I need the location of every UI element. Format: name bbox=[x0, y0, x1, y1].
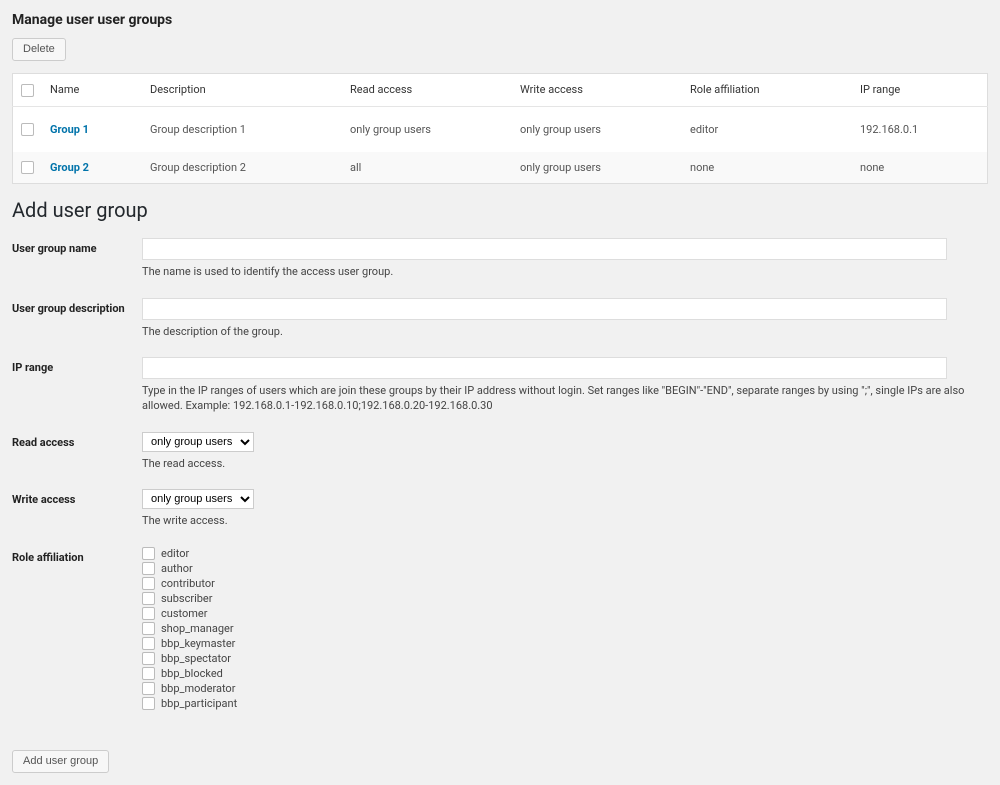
cell-description: Group description 1 bbox=[142, 106, 342, 152]
name-label: User group name bbox=[12, 238, 142, 255]
description-input[interactable] bbox=[142, 298, 947, 320]
description-label: User group description bbox=[12, 298, 142, 315]
write-access-desc: The write access. bbox=[142, 513, 972, 528]
delete-button[interactable]: Delete bbox=[12, 38, 66, 61]
cell-description: Group description 2 bbox=[142, 152, 342, 184]
ip-range-label: IP range bbox=[12, 357, 142, 374]
role-item[interactable]: bbp_moderator bbox=[142, 682, 988, 695]
add-user-group-button[interactable]: Add user group bbox=[12, 750, 109, 773]
role-checkbox[interactable] bbox=[142, 592, 155, 605]
description-desc: The description of the group. bbox=[142, 324, 972, 339]
role-checkbox[interactable] bbox=[142, 637, 155, 650]
page-title: Manage user user groups bbox=[12, 12, 988, 28]
role-item[interactable]: shop_manager bbox=[142, 622, 988, 635]
role-checkbox[interactable] bbox=[142, 667, 155, 680]
read-access-label: Read access bbox=[12, 432, 142, 449]
row-checkbox[interactable] bbox=[21, 161, 34, 174]
read-access-desc: The read access. bbox=[142, 456, 972, 471]
role-item[interactable]: subscriber bbox=[142, 592, 988, 605]
select-all-checkbox[interactable] bbox=[21, 84, 34, 97]
col-write-access: Write access bbox=[512, 74, 682, 107]
role-item[interactable]: contributor bbox=[142, 577, 988, 590]
role-list: editor author contributor subscriber cus… bbox=[142, 547, 988, 710]
role-item[interactable]: bbp_keymaster bbox=[142, 637, 988, 650]
name-input[interactable] bbox=[142, 238, 947, 260]
role-item[interactable]: bbp_participant bbox=[142, 697, 988, 710]
role-checkbox[interactable] bbox=[142, 622, 155, 635]
role-checkbox[interactable] bbox=[142, 547, 155, 560]
role-item[interactable]: customer bbox=[142, 607, 988, 620]
write-access-select[interactable]: only group users bbox=[142, 489, 254, 509]
col-description: Description bbox=[142, 74, 342, 107]
cell-write-access: only group users bbox=[512, 152, 682, 184]
role-checkbox[interactable] bbox=[142, 697, 155, 710]
cell-role-affiliation: none bbox=[682, 152, 852, 184]
group-name-link[interactable]: Group 1 bbox=[50, 123, 89, 136]
role-checkbox[interactable] bbox=[142, 652, 155, 665]
col-ip-range: IP range bbox=[852, 74, 988, 107]
role-affiliation-label: Role affiliation bbox=[12, 547, 142, 564]
table-row: Group 2 Group description 2 all only gro… bbox=[13, 152, 988, 184]
col-role-affiliation: Role affiliation bbox=[682, 74, 852, 107]
table-row: Group 1 Group description 1 only group u… bbox=[13, 106, 988, 152]
cell-ip-range: 192.168.0.1 bbox=[852, 106, 988, 152]
group-name-link[interactable]: Group 2 bbox=[50, 161, 89, 174]
role-checkbox[interactable] bbox=[142, 682, 155, 695]
add-group-form: User group name The name is used to iden… bbox=[12, 238, 988, 709]
role-item[interactable]: bbp_spectator bbox=[142, 652, 988, 665]
role-item[interactable]: bbp_blocked bbox=[142, 667, 988, 680]
role-checkbox[interactable] bbox=[142, 577, 155, 590]
write-access-label: Write access bbox=[12, 489, 142, 506]
role-checkbox[interactable] bbox=[142, 562, 155, 575]
role-item[interactable]: author bbox=[142, 562, 988, 575]
col-read-access: Read access bbox=[342, 74, 512, 107]
cell-ip-range: none bbox=[852, 152, 988, 184]
cell-read-access: only group users bbox=[342, 106, 512, 152]
role-item[interactable]: editor bbox=[142, 547, 988, 560]
cell-read-access: all bbox=[342, 152, 512, 184]
row-checkbox[interactable] bbox=[21, 123, 34, 136]
section-title: Add user group bbox=[12, 198, 988, 222]
ip-range-desc: Type in the IP ranges of users which are… bbox=[142, 383, 972, 414]
role-checkbox[interactable] bbox=[142, 607, 155, 620]
cell-write-access: only group users bbox=[512, 106, 682, 152]
name-desc: The name is used to identify the access … bbox=[142, 264, 972, 279]
read-access-select[interactable]: only group users bbox=[142, 432, 254, 452]
col-name: Name bbox=[42, 74, 142, 107]
cell-role-affiliation: editor bbox=[682, 106, 852, 152]
ip-range-input[interactable] bbox=[142, 357, 947, 379]
user-groups-table: Name Description Read access Write acces… bbox=[12, 73, 988, 184]
